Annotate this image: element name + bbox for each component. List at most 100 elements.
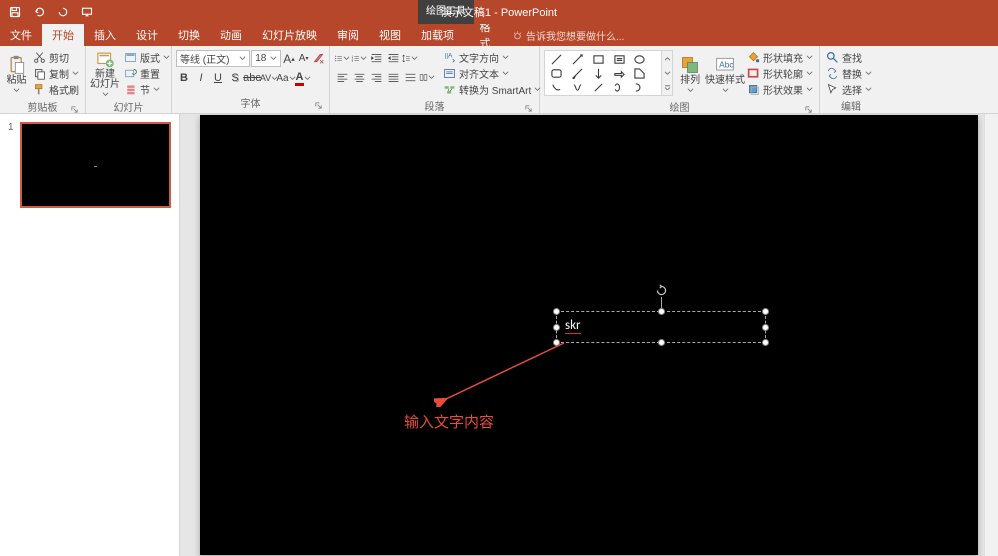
align-left-button[interactable] [334,69,350,85]
tab-transitions[interactable]: 切换 [168,24,210,46]
tab-format[interactable]: 格式 [466,24,504,46]
tab-review[interactable]: 审阅 [327,24,369,46]
new-slide-label2: 幻灯片 [90,79,120,90]
resize-handle[interactable] [553,324,560,331]
select-button[interactable]: 选择 [824,82,874,97]
clear-format-button[interactable] [311,51,325,67]
underline-button[interactable]: U [210,70,226,86]
copy-button[interactable]: 复制 [31,66,81,81]
shapes-more[interactable] [661,51,672,95]
ribbon: 粘贴 剪切 复制 格式刷 剪贴板 新建幻灯片 版式 重置 节 幻灯片 [0,46,998,114]
tell-me[interactable]: 告诉我您想要做什么... [504,24,624,46]
tab-design[interactable]: 设计 [126,24,168,46]
grow-font-button[interactable]: A▴ [282,51,296,67]
textbox[interactable]: skr [556,311,766,343]
shadow-button[interactable]: S [227,70,243,86]
resize-handle[interactable] [553,308,560,315]
align-text-label: 对齐文本 [459,66,499,81]
resize-handle[interactable] [658,308,665,315]
text-direction-button[interactable]: ||A文字方向 [441,50,543,65]
shape-effects-button[interactable]: 形状效果 [745,82,815,97]
start-show-icon[interactable] [76,1,98,23]
resize-handle[interactable] [658,339,665,346]
tab-animations[interactable]: 动画 [210,24,252,46]
find-label: 查找 [842,50,862,65]
tab-view[interactable]: 视图 [369,24,411,46]
resize-handle[interactable] [762,339,769,346]
format-painter-button[interactable]: 格式刷 [31,82,81,97]
slide-area: skr 输入文字内容 [180,114,998,556]
dialog-launcher-icon[interactable] [70,105,79,114]
replace-button[interactable]: 替换 [824,66,874,81]
undo-icon[interactable] [28,1,50,23]
resize-handle[interactable] [553,339,560,346]
spacing-button[interactable]: AV [261,70,277,86]
textbox-text[interactable]: skr [565,318,581,334]
shapes-gallery[interactable] [544,50,673,96]
shape-outline-button[interactable]: 形状轮廓 [745,66,815,81]
slide-canvas[interactable]: skr 输入文字内容 [200,115,978,555]
group-slides: 新建幻灯片 版式 重置 节 幻灯片 [86,46,172,113]
italic-button[interactable]: I [193,70,209,86]
new-slide-button[interactable]: 新建幻灯片 [90,50,120,98]
reset-button[interactable]: 重置 [122,66,172,81]
justify-button[interactable] [385,69,401,85]
redo-icon[interactable] [52,1,74,23]
distribute-button[interactable] [402,69,418,85]
arrange-button[interactable]: 排列 [675,50,705,98]
shape-fill-button[interactable]: 形状填充 [745,50,815,65]
cut-button[interactable]: 剪切 [31,50,81,65]
align-right-button[interactable] [368,69,384,85]
svg-text:||A: ||A [445,53,453,60]
inc-indent-button[interactable] [385,50,401,66]
quick-styles-button[interactable]: Abc 快速样式 [707,50,743,98]
font-name-select[interactable]: 等线 (正文) [176,50,250,67]
save-icon[interactable] [4,1,26,23]
annotation-text: 输入文字内容 [404,411,494,432]
annotation-arrow [434,337,570,407]
layout-label: 版式 [140,50,160,65]
case-button[interactable]: Aa [278,70,294,86]
strike-button[interactable]: abc [244,70,260,86]
slide-thumbnail-1[interactable]: 1 [8,122,171,208]
dialog-launcher-icon[interactable] [314,101,323,110]
align-text-button[interactable]: 对齐文本 [441,66,543,81]
tab-file[interactable]: 文件 [0,24,42,46]
rotate-handle[interactable] [655,284,668,297]
tab-slideshow[interactable]: 幻灯片放映 [252,24,327,46]
smartart-button[interactable]: 转换为 SmartArt [441,82,543,97]
select-label: 选择 [842,82,862,97]
painter-label: 格式刷 [49,82,79,97]
dialog-launcher-icon[interactable] [524,104,533,113]
resize-handle[interactable] [762,308,769,315]
layout-button[interactable]: 版式 [122,50,172,65]
effects-label: 形状效果 [763,82,803,97]
numbering-button[interactable]: 123 [351,50,367,66]
replace-label: 替换 [842,66,862,81]
resize-handle[interactable] [762,324,769,331]
bullets-button[interactable] [334,50,350,66]
scrollbar[interactable] [984,114,998,556]
group-drawing: 排列 Abc 快速样式 形状填充 形状轮廓 形状效果 绘图 [540,46,820,113]
shrink-font-button[interactable]: A▾ [297,51,311,67]
tab-home[interactable]: 开始 [42,24,84,46]
section-button[interactable]: 节 [122,82,172,97]
align-center-button[interactable] [351,69,367,85]
paste-button[interactable]: 粘贴 [4,50,29,98]
thumbnail-panel: 1 [0,114,180,556]
font-size-select[interactable]: 18 [251,50,281,67]
dialog-launcher-icon[interactable] [804,105,813,114]
copy-label: 复制 [49,66,69,81]
bold-button[interactable]: B [176,70,192,86]
columns-button[interactable] [419,69,435,85]
tab-insert[interactable]: 插入 [84,24,126,46]
outline-label: 形状轮廓 [763,66,803,81]
dec-indent-button[interactable] [368,50,384,66]
ribbon-tabs: 文件 开始 插入 设计 切换 动画 幻灯片放映 审阅 视图 加载项 格式 告诉我… [0,24,998,46]
font-color-button[interactable]: A [295,70,311,86]
tab-addins[interactable]: 加载项 [411,24,464,46]
find-button[interactable]: 查找 [824,50,874,65]
group-paragraph: 123 ||A文字方向 对齐文本 转换为 SmartArt [330,46,540,113]
title-bar: 绘图工具 演示文稿1 - PowerPoint [0,0,998,24]
line-spacing-button[interactable] [402,50,418,66]
